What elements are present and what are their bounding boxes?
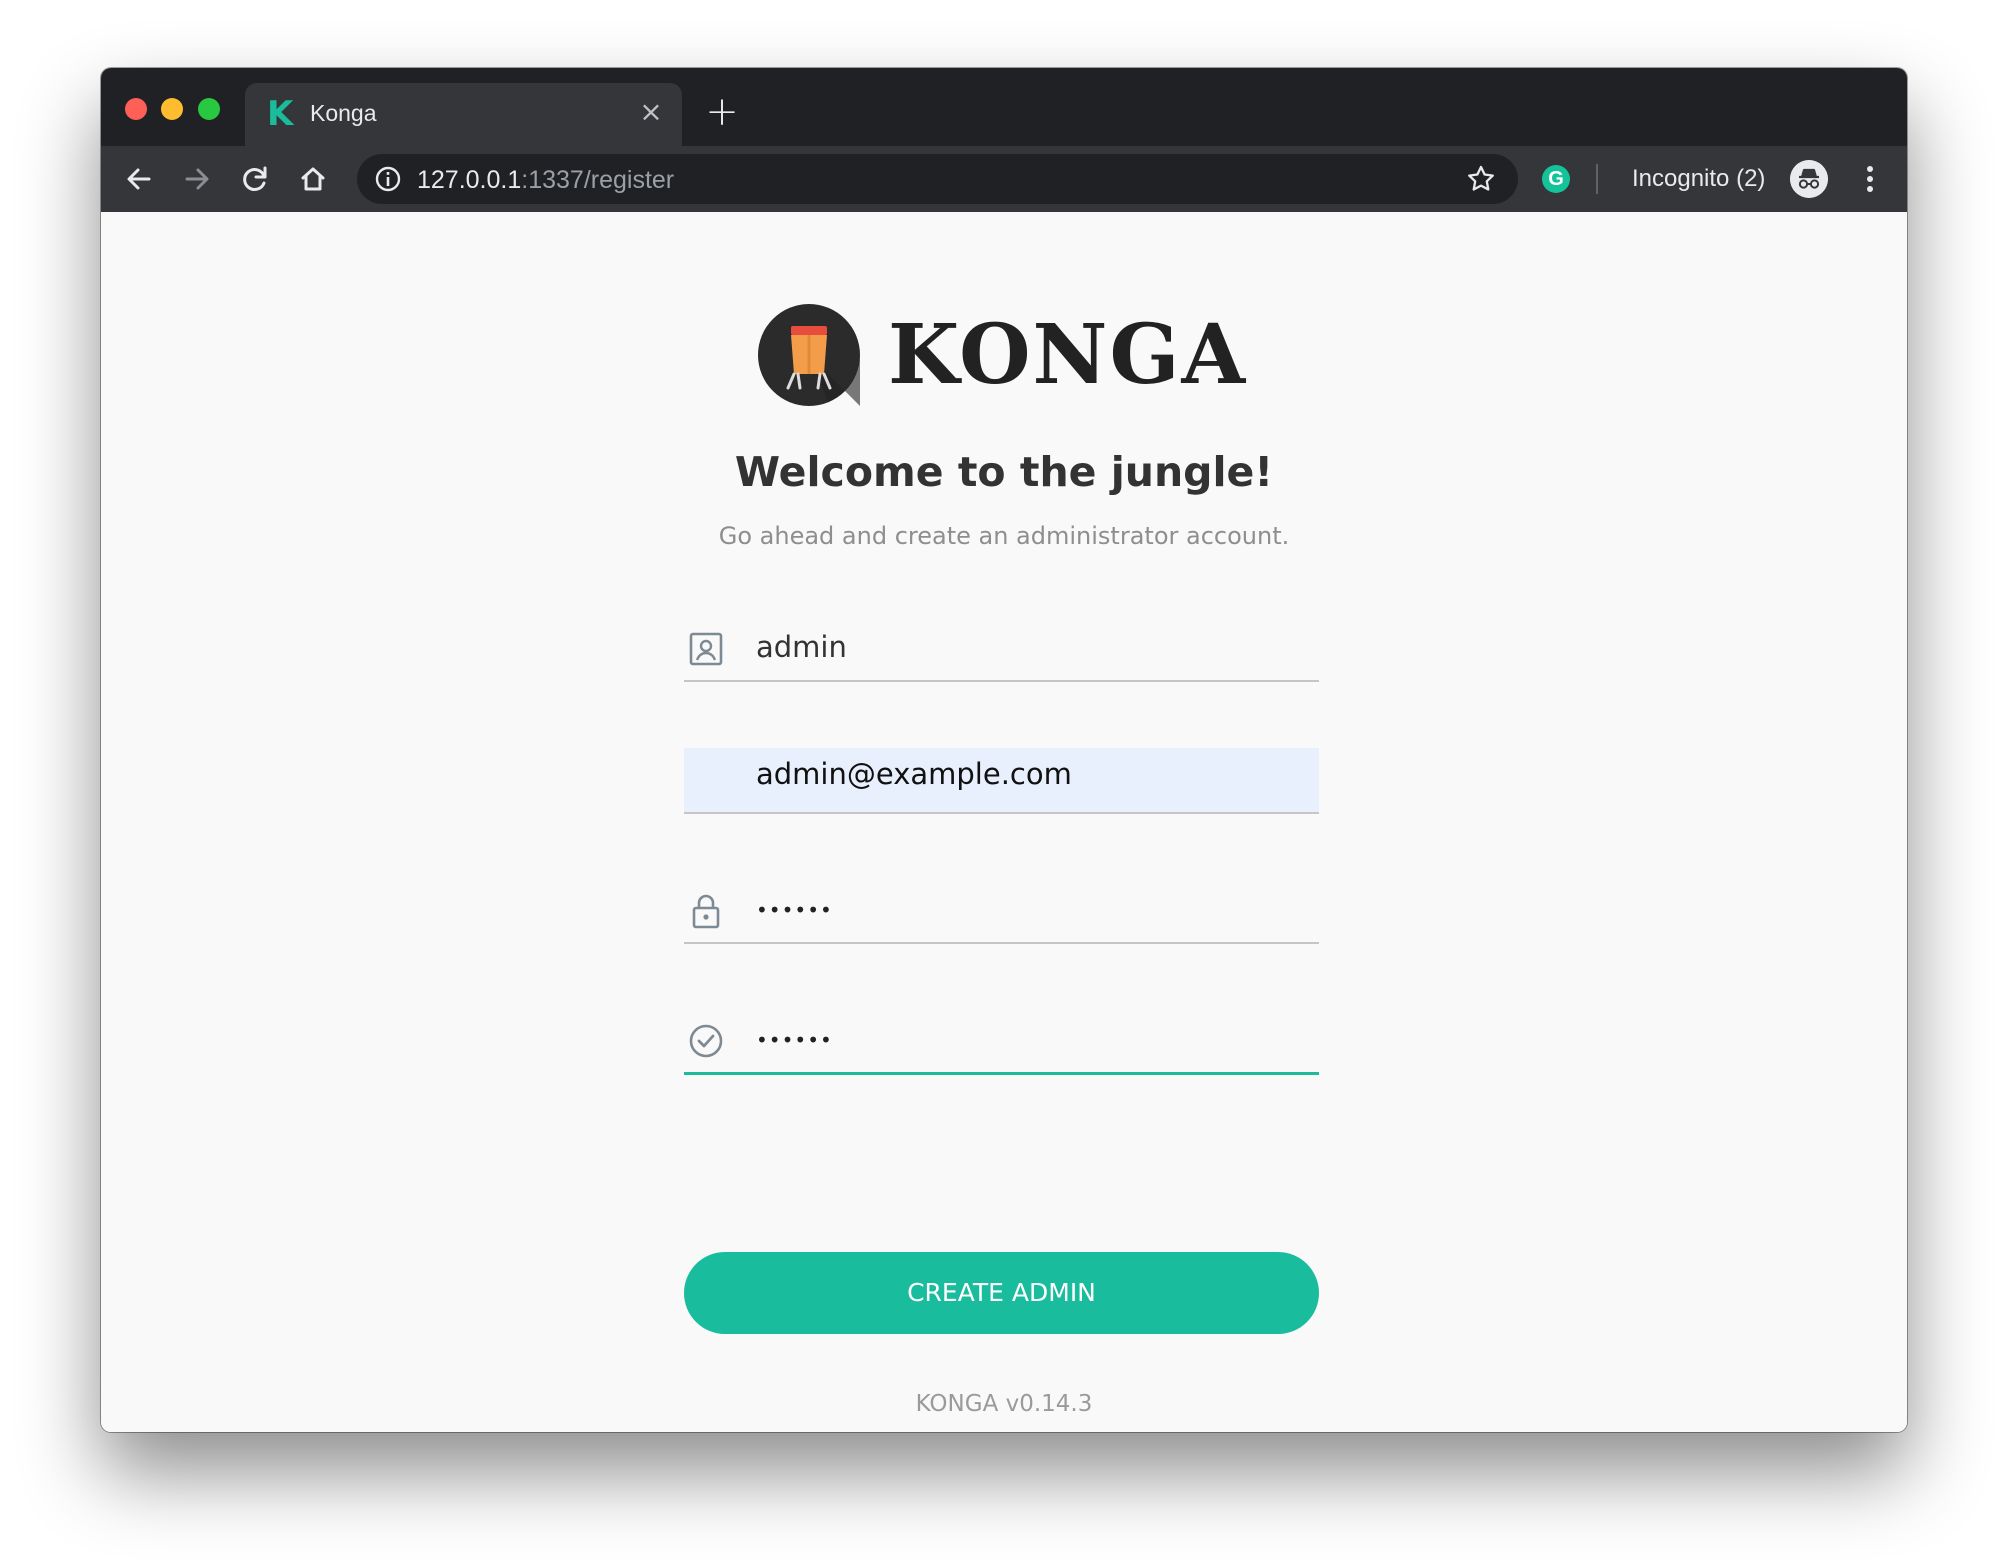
minimize-window-button[interactable] — [161, 98, 183, 120]
confirm-password-value: •••••• — [756, 1028, 833, 1052]
register-page: KONGA Welcome to the jungle! Go ahead an… — [101, 212, 1907, 1432]
reload-button[interactable] — [235, 159, 275, 199]
konga-drum-logo-icon — [758, 304, 860, 406]
konga-logo: KONGA — [758, 304, 1248, 406]
email-field[interactable]: admin@example.com — [684, 748, 1319, 814]
username-field[interactable]: admin — [684, 618, 1319, 682]
lock-icon — [692, 894, 720, 929]
back-button[interactable] — [119, 159, 159, 199]
home-icon — [301, 167, 325, 191]
page-title: Welcome to the jungle! — [734, 448, 1274, 496]
username-value: admin — [756, 630, 847, 664]
grammarly-extension-icon[interactable]: G — [1542, 165, 1570, 193]
password-value: •••••• — [756, 898, 833, 922]
url-text[interactable]: 127.0.0.1:1337/register — [417, 166, 674, 195]
maximize-window-button[interactable] — [198, 98, 220, 120]
bookmark-star-icon[interactable] — [1466, 164, 1496, 194]
confirm-password-field[interactable]: •••••• — [684, 1010, 1319, 1075]
url-host: 127.0.0.1 — [417, 166, 522, 194]
tab-close-icon[interactable]: × — [636, 97, 666, 127]
version-label: KONGA v0.14.3 — [915, 1391, 1093, 1417]
incognito-label[interactable]: Incognito (2) — [1632, 165, 1765, 193]
new-tab-button[interactable]: + — [704, 92, 740, 132]
incognito-icon[interactable] — [1790, 160, 1828, 198]
create-admin-button[interactable]: CREATE ADMIN — [684, 1252, 1319, 1334]
info-icon[interactable] — [374, 165, 402, 193]
reload-icon — [243, 166, 267, 191]
tab-strip: K Konga × + — [101, 68, 1907, 146]
browser-toolbar: 127.0.0.1:1337/register G Incognito (2) — [101, 146, 1907, 212]
more-menu-icon[interactable] — [1852, 161, 1888, 197]
user-box-icon — [689, 632, 723, 666]
email-value: admin@example.com — [756, 757, 1072, 791]
url-path: :1337/register — [521, 166, 675, 194]
tab-konga[interactable]: K Konga × — [245, 83, 682, 146]
browser-window: K Konga × + 127.0.0.1:1337/register G In… — [101, 68, 1907, 1432]
arrow-left-icon — [127, 168, 151, 190]
password-field[interactable]: •••••• — [684, 880, 1319, 944]
konga-favicon-icon: K — [267, 94, 294, 134]
page-subtitle: Go ahead and create an administrator acc… — [718, 522, 1290, 550]
home-button[interactable] — [293, 159, 333, 199]
tab-title: Konga — [310, 100, 377, 126]
toolbar-divider — [1596, 164, 1598, 194]
arrow-right-icon — [185, 168, 209, 190]
forward-button[interactable] — [177, 159, 217, 199]
close-window-button[interactable] — [125, 98, 147, 120]
check-circle-icon — [689, 1024, 723, 1058]
address-bar[interactable]: 127.0.0.1:1337/register — [357, 154, 1518, 204]
logo-wordmark: KONGA — [888, 307, 1248, 403]
